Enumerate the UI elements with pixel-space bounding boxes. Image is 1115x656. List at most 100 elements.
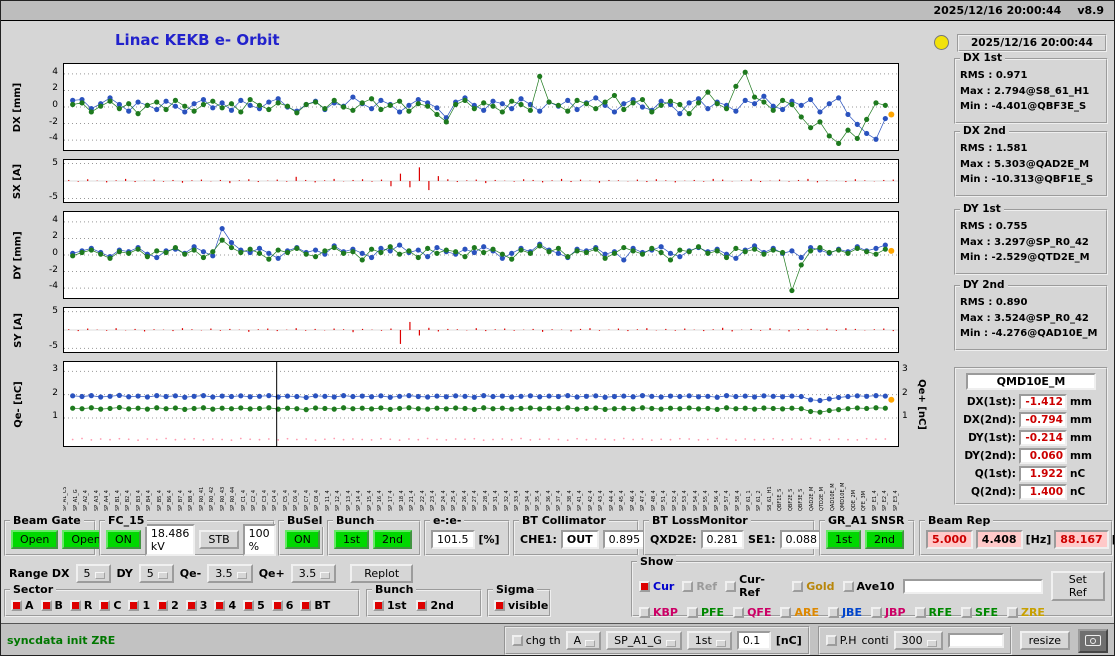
bpm-label: SP_C2_4 [251, 489, 258, 511]
sx-chart[interactable] [63, 159, 899, 203]
bpm-label: QAD10E_M [829, 483, 836, 511]
bunch-select-checkbox-2nd[interactable] [416, 599, 428, 611]
count-select[interactable]: 300 [893, 631, 943, 650]
bpm-label: SP_C8_4 [314, 489, 321, 511]
sector-select[interactable]: A [565, 631, 602, 650]
chg-th-checkbox[interactable] [511, 635, 523, 646]
bpm-label: SP_27_4 [472, 490, 479, 511]
bt-lossmonitor-group: BT LossMonitor QXD2E: 0.281 SE1: 0.088 [643, 514, 824, 556]
show-item: Gold [792, 580, 835, 593]
range-qem-select[interactable]: 3.5 [207, 563, 253, 583]
bpm-label: SP_22_4 [419, 490, 426, 511]
show-region-item: RFE [914, 606, 952, 619]
sector-label: 4 [228, 598, 237, 612]
bpm-label: SP_44_4 [608, 490, 615, 511]
sector-checkbox-r[interactable] [69, 599, 81, 611]
sector-checkbox-5[interactable] [243, 599, 255, 611]
sector-checkbox-a[interactable] [11, 599, 22, 611]
stat-line: Min : -2.529@QTD2E_M [960, 252, 1090, 263]
bpm-label: SP_26_4 [461, 490, 468, 511]
range-dx-label: Range DX [9, 566, 70, 580]
bunch-number-select[interactable]: 1st [686, 631, 732, 650]
dy-chart[interactable] [63, 211, 899, 299]
bpm-group-select[interactable]: SP_A1_G [606, 631, 682, 650]
bpm-label: SP_47_4 [640, 490, 647, 511]
show-checkbox-ref[interactable] [682, 580, 694, 592]
busel-on-button[interactable]: ON [285, 530, 320, 549]
sector-checkbox-1[interactable] [128, 599, 140, 611]
fc15-stb-button[interactable]: STB [199, 530, 239, 549]
show-region-checkbox-sfe[interactable] [961, 607, 973, 618]
sector-checkbox-4[interactable] [214, 599, 226, 611]
show-region-checkbox-are[interactable] [780, 607, 792, 618]
sector-checkbox-3[interactable] [185, 599, 197, 611]
screenshot-button[interactable] [1078, 628, 1108, 653]
range-qep-select[interactable]: 3.5 [290, 563, 337, 583]
sector-checkbox-bt[interactable] [300, 599, 312, 611]
free-field[interactable] [947, 633, 1004, 648]
bpm-label: SP_53_4 [682, 490, 689, 511]
sector-group: Sector A B R C 1 2 3 4 5 6 BT [4, 583, 360, 617]
replot-button[interactable]: Replot [350, 563, 414, 583]
bpm-label: SP_61_2 [756, 490, 763, 511]
dx-chart[interactable] [63, 63, 899, 151]
bpm-row-label: DX(1st): [966, 396, 1016, 408]
show-region-checkbox-jbp[interactable] [870, 607, 882, 618]
bpm-label: SP_16_4 [377, 490, 384, 511]
show-checkbox-gold[interactable] [792, 580, 804, 592]
resize-button[interactable]: resize [1019, 631, 1070, 650]
che1-state-field[interactable]: OUT [560, 530, 599, 549]
sector-checkbox-6[interactable] [271, 599, 283, 611]
show-row1: Set Ref Cur Ref Cur-Ref Gold Ave10 [633, 563, 1111, 602]
gr-a1-2nd-button[interactable]: 2nd [865, 530, 904, 549]
ph-checkbox[interactable] [825, 635, 837, 646]
range-dx-select[interactable]: 5 [75, 563, 111, 583]
show-checkbox-ave10[interactable] [842, 580, 854, 592]
sy-chart-canvas [64, 311, 898, 349]
bpm-label: QBF2E_S [787, 488, 794, 511]
bpm-row-unit: mm [1070, 396, 1092, 408]
range-dy-select[interactable]: 5 [138, 563, 174, 583]
sigma-visible-checkbox[interactable] [494, 599, 505, 611]
bpm-label: SP_28_4 [482, 490, 489, 511]
ref-file-input[interactable] [902, 578, 1043, 594]
sx-chart-canvas [64, 163, 898, 199]
bpm-label: SP_B6_4 [167, 490, 174, 511]
show-region-checkbox-jbe[interactable] [827, 607, 839, 618]
beam-rep-group: Beam Rep 5.000 4.408 [Hz] 88.167 [%] [919, 514, 1114, 556]
sy-chart[interactable] [63, 307, 899, 353]
show-region-checkbox-zre[interactable] [1006, 607, 1018, 618]
bpm-label: SP_41_4 [577, 490, 584, 511]
gr-a1-1st-button[interactable]: 1st [826, 530, 862, 549]
show-region-checkbox-pfe[interactable] [686, 607, 698, 618]
bunch-2nd-button[interactable]: 2nd [373, 530, 412, 549]
bpm-label: SP_32_4 [503, 490, 510, 511]
bunch-1st-button[interactable]: 1st [334, 530, 370, 549]
qe-right-yticks: 3 2 1 [900, 361, 914, 447]
qe-right-ytick: 3 [902, 364, 908, 375]
selected-bpm-name[interactable]: QMD10E_M [966, 373, 1096, 390]
sector-checkbox-b[interactable] [40, 599, 52, 611]
dy-axis-label: DY [mm] [12, 230, 24, 280]
bpm-label: SP_35_4 [535, 490, 542, 511]
bpm-row-value: 0.060 [1019, 448, 1067, 464]
sector-checkbox-c[interactable] [99, 599, 111, 611]
bpm-label: SP_37_4 [556, 490, 563, 511]
sector-checkbox-2[interactable] [157, 599, 169, 611]
bpm-label: SP_24_4 [440, 490, 447, 511]
bunch-select-checkbox-1st[interactable] [373, 599, 384, 611]
sy-ytick: 5 [52, 306, 58, 316]
show-checkbox-cur[interactable] [639, 580, 650, 592]
show-region-checkbox-kbp[interactable] [639, 607, 650, 618]
set-ref-button[interactable]: Set Ref [1050, 571, 1105, 601]
bpm-row-label: DY(2nd): [964, 450, 1016, 462]
show-region-checkbox-rfe[interactable] [914, 607, 926, 618]
fc15-on-button[interactable]: ON [106, 530, 141, 549]
qe-chart[interactable] [63, 361, 899, 447]
show-region-checkbox-qfe[interactable] [733, 607, 745, 618]
beam-gate-open1-button[interactable]: Open [11, 530, 59, 549]
show-checkbox-cur-ref[interactable] [725, 580, 737, 592]
dy-1st-stats: DY 1st RMS : 0.755 Max : 3.297@SP_R0_42 … [954, 203, 1108, 275]
dx-chart-canvas [64, 69, 898, 146]
threshold-field[interactable]: 0.1 [736, 631, 771, 650]
